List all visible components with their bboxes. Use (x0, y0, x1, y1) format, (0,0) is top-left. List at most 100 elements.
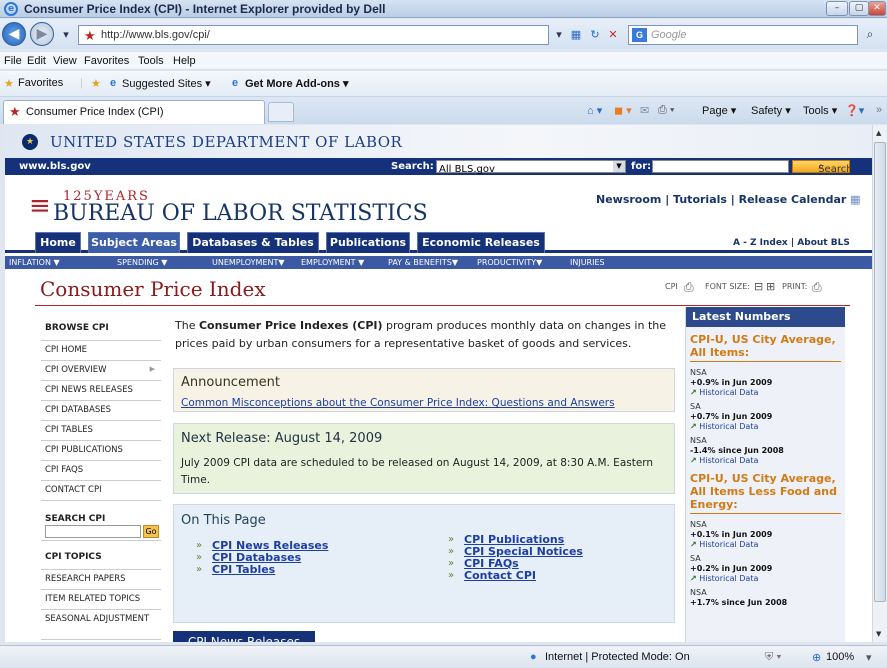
feeds-icon[interactable]: ◼ ▾ (614, 104, 632, 117)
search-go-icon[interactable]: ⌕ (862, 26, 878, 43)
site-url[interactable]: www.bls.gov (19, 161, 91, 172)
menu-edit[interactable]: Edit (27, 52, 46, 70)
otp-link-contact[interactable]: Contact CPI (464, 569, 536, 582)
site-search-input[interactable] (652, 160, 789, 173)
subnav-unemployment[interactable]: UNEMPLOYMENT▼ (212, 258, 285, 267)
historical-data-link[interactable]: ↗ Historical Data (686, 388, 845, 398)
suggested-sites-icon: e (110, 77, 117, 89)
bls-logo-icon[interactable]: ≡ (29, 193, 51, 219)
historical-data-link[interactable]: ↗ Historical Data (686, 422, 845, 432)
nav-research-papers[interactable]: RESEARCH PAPERS (41, 570, 161, 590)
otp-link-tables[interactable]: CPI Tables (212, 563, 275, 576)
subnav-spending[interactable]: SPENDING ▼ (117, 258, 167, 267)
menu-file[interactable]: File (4, 52, 22, 70)
print-icon[interactable]: ⎙ (684, 280, 694, 295)
nav-cpi-tables[interactable]: CPI TABLES (41, 421, 161, 441)
search-scope-select[interactable]: All BLS.gov ▼ (436, 160, 626, 175)
latest-value: +0.9% in Jun 2009 (690, 378, 773, 387)
cpi-print-label[interactable]: CPI (665, 282, 678, 291)
intro-text-start: The (175, 319, 199, 332)
nav-cpi-databases[interactable]: CPI DATABASES (41, 401, 161, 421)
maximize-button[interactable]: ▢ (849, 1, 869, 16)
print-icon[interactable]: ⎙ ▾ (658, 104, 674, 117)
nav-cpi-overview[interactable]: CPI OVERVIEW ▶ (41, 361, 161, 381)
favorites-button[interactable]: Favorites (18, 77, 63, 89)
nav-tab-home[interactable]: Home (35, 232, 81, 253)
dol-name[interactable]: UNITED STATES DEPARTMENT OF LABOR (50, 133, 402, 151)
add-favorite-icon[interactable]: ★ (91, 77, 101, 90)
new-tab-button[interactable] (268, 102, 294, 122)
tab-cpi[interactable]: ★ Consumer Price Index (CPI) (3, 100, 265, 124)
print-label: PRINT: (782, 282, 808, 291)
page-menu[interactable]: Page ▾ (702, 104, 736, 117)
protected-mode-icon[interactable]: ⛨ ▾ (765, 651, 782, 664)
suggested-sites-link[interactable]: Suggested Sites ▾ (122, 77, 211, 90)
toolbar-separator: | (80, 77, 83, 89)
address-dropdown-icon[interactable]: ▾ (551, 26, 567, 43)
subnav-employment[interactable]: EMPLOYMENT ▼ (301, 258, 364, 267)
safety-menu[interactable]: Safety ▾ (751, 104, 791, 117)
nav-cpi-home[interactable]: CPI HOME (41, 341, 161, 361)
nav-tab-publications[interactable]: Publications (326, 232, 410, 253)
nav-cpi-publications[interactable]: CPI PUBLICATIONS (41, 441, 161, 461)
nav-cpi-news-releases[interactable]: CPI NEWS RELEASES (41, 381, 161, 401)
tools-menu[interactable]: Tools ▾ (803, 104, 837, 117)
browse-cpi-heading: BROWSE CPI (41, 320, 161, 341)
latest-tag: NSA (690, 368, 707, 377)
nav-tab-databases[interactable]: Databases & Tables (187, 232, 319, 253)
historical-data-link[interactable]: ↗ Historical Data (686, 574, 845, 584)
menu-view[interactable]: View (53, 52, 77, 70)
home-icon[interactable]: ⌂ ▾ (587, 104, 602, 117)
zoom-dropdown-icon[interactable]: ▾ (866, 651, 872, 664)
zoom-level[interactable]: 100% (826, 651, 854, 663)
vertical-scrollbar[interactable]: ▲ ▼ (872, 125, 887, 642)
scroll-up-icon[interactable]: ▲ (876, 129, 881, 137)
font-decrease-icon[interactable]: ⊟ (754, 280, 763, 293)
historical-data-link[interactable]: ↗ Historical Data (686, 540, 845, 550)
scroll-down-icon[interactable]: ▼ (876, 630, 881, 638)
historical-data-link[interactable]: ↗ Historical Data (686, 456, 845, 466)
nav-cpi-faqs[interactable]: CPI FAQS (41, 461, 161, 481)
print-page-icon[interactable]: ⎙ (812, 280, 822, 295)
bls-name[interactable]: BUREAU OF LABOR STATISTICS (53, 201, 428, 226)
nav-contact-cpi[interactable]: CONTACT CPI (41, 481, 161, 501)
mail-icon[interactable]: ✉ (640, 104, 649, 117)
subnav-productivity[interactable]: PRODUCTIVITY▼ (477, 258, 542, 267)
site-search-button[interactable]: Search ⌕ (792, 160, 853, 175)
refresh-icon[interactable]: ↻ (587, 26, 603, 43)
search-input[interactable]: G Google (628, 25, 858, 45)
minimize-button[interactable]: – (826, 1, 848, 16)
stop-icon[interactable]: ✕ (605, 26, 621, 43)
subnav-pay-benefits[interactable]: PAY & BENEFITS▼ (388, 258, 458, 267)
security-zone-text[interactable]: Internet | Protected Mode: On (545, 651, 690, 663)
url-field[interactable]: ★ http://www.bls.gov/cpi/ (78, 25, 549, 45)
subnav-injuries[interactable]: INJURIES (570, 258, 605, 267)
nav-seasonal-adjustment[interactable]: SEASONAL ADJUSTMENT (41, 610, 161, 640)
link-arrow-icon: » (448, 546, 455, 557)
header-links[interactable]: Newsroom | Tutorials | Release Calendar … (596, 193, 861, 206)
main-nav: Home Subject Areas Databases & Tables Pu… (5, 229, 872, 253)
nav-tab-economic-releases[interactable]: Economic Releases (417, 232, 545, 253)
menu-favorites[interactable]: Favorites (84, 52, 129, 70)
subnav-inflation[interactable]: INFLATION ▼ (9, 258, 60, 267)
chevron-right-icon[interactable]: » (876, 104, 882, 116)
news-releases-section-tab[interactable]: CPI News Releases (173, 631, 315, 642)
cpi-search-input[interactable] (45, 525, 141, 538)
get-more-addons-link[interactable]: Get More Add-ons ▾ (245, 77, 349, 90)
menu-help[interactable]: Help (173, 52, 196, 70)
forward-button[interactable]: ▶ (30, 22, 54, 46)
announcement-link[interactable]: Common Misconceptions about the Consumer… (181, 397, 615, 409)
history-dropdown-icon[interactable]: ▾ (58, 26, 74, 43)
scroll-thumb[interactable] (874, 142, 886, 602)
font-increase-icon[interactable]: ⊞ (766, 280, 775, 293)
menu-tools[interactable]: Tools (138, 52, 164, 70)
back-button[interactable]: ◀ (2, 22, 26, 46)
nav-tab-subject-areas[interactable]: Subject Areas (88, 232, 180, 253)
cpi-search-go-button[interactable]: Go (143, 525, 159, 538)
compatibility-view-icon[interactable]: ▦ (568, 26, 584, 43)
historical-data-label: Historical Data (699, 540, 759, 549)
nav-item-related-topics[interactable]: ITEM RELATED TOPICS (41, 590, 161, 610)
close-button[interactable]: ✕ (868, 1, 886, 16)
az-about-links[interactable]: A - Z Index | About BLS (733, 238, 850, 248)
help-icon[interactable]: ❓▾ (845, 104, 864, 117)
